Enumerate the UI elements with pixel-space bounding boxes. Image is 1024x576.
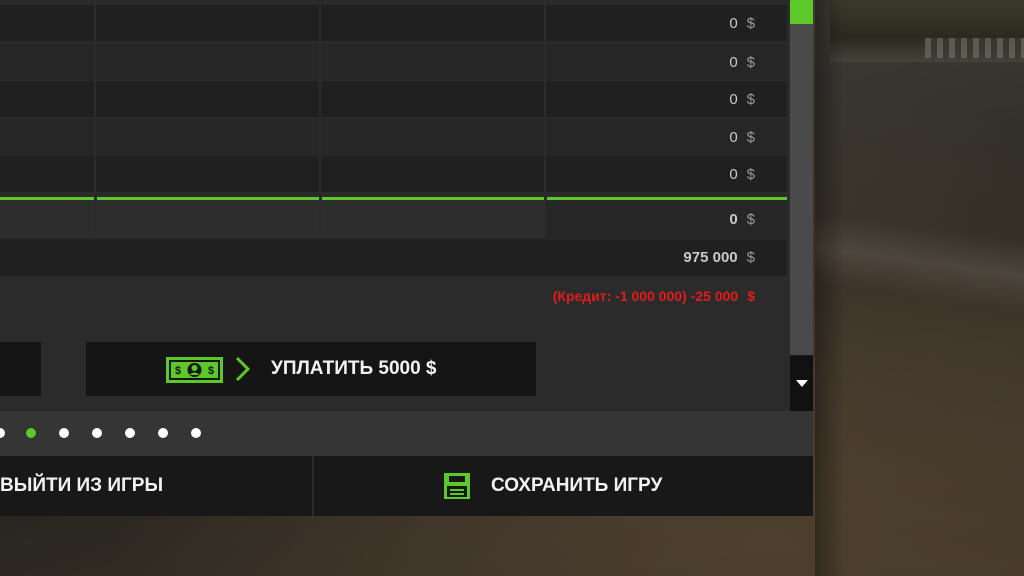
scrollbar-thumb[interactable] <box>790 0 813 24</box>
svg-text:$: $ <box>175 365 181 377</box>
page-dot[interactable] <box>158 428 168 438</box>
arrow-down-icon <box>795 380 808 387</box>
table-cell <box>321 5 546 41</box>
total-separator <box>322 197 544 200</box>
table-row: 0 $ <box>0 44 787 80</box>
svg-text:$: $ <box>208 365 214 377</box>
currency-symbol: $ <box>746 53 755 71</box>
table-cell <box>321 44 546 80</box>
table-cell <box>96 81 321 117</box>
chevron-right-icon <box>235 356 251 382</box>
table-cell <box>96 201 321 238</box>
page-dot[interactable] <box>0 428 5 438</box>
currency-symbol: $ <box>746 249 755 266</box>
total-amount-cell: 0 $ <box>546 201 787 238</box>
pay-button-label: УПЛАТИТЬ 5000 $ <box>271 358 437 379</box>
currency-symbol: $ <box>746 90 755 108</box>
background-road <box>815 211 1024 319</box>
table-row: 0 $ <box>0 119 787 155</box>
amount-value: 0 <box>729 53 738 71</box>
currency-symbol: $ <box>746 211 755 228</box>
table-cell <box>96 44 321 80</box>
pay-button[interactable]: $ $ УПЛАТИТЬ 5000 $ <box>86 342 536 396</box>
table-cell <box>96 5 321 41</box>
amount-cell: 0 $ <box>546 156 787 192</box>
table-cell <box>96 156 321 192</box>
table-cell <box>0 81 96 117</box>
table-cell <box>321 81 546 117</box>
amount-cell: 0 $ <box>546 5 787 41</box>
bottom-bar: ВЫЙТИ ИЗ ИГРЫ СОХРАНИТЬ ИГРУ <box>0 456 813 516</box>
currency-symbol: $ <box>746 14 755 32</box>
floppy-disk-icon <box>444 473 470 499</box>
save-game-button[interactable]: СОХРАНИТЬ ИГРУ <box>491 456 662 516</box>
table-cell <box>321 119 546 155</box>
table-cell <box>0 44 96 80</box>
table-cell <box>0 156 96 192</box>
credit-amount: (Кредит: -1 000 000) -25 000 <box>552 287 739 304</box>
scrollbar[interactable] <box>790 0 813 411</box>
panel-shadow <box>815 0 845 576</box>
total-separator <box>547 197 787 200</box>
table-row: 0 $ <box>0 156 787 192</box>
balance-row: 975 000 $ <box>0 239 787 276</box>
credit-currency: $ <box>747 287 755 304</box>
currency-symbol: $ <box>746 165 755 183</box>
amount-cell: 0 $ <box>546 81 787 117</box>
amount-cell: 0 $ <box>546 119 787 155</box>
table-row: 0 $ <box>0 81 787 117</box>
table-cell <box>0 5 96 41</box>
table-row: 0 $ <box>0 5 787 41</box>
page-dot[interactable] <box>92 428 102 438</box>
amount-value: 0 <box>729 90 738 108</box>
bottom-divider <box>312 456 314 516</box>
table-cell <box>321 156 546 192</box>
balance-amount: 975 000 <box>683 249 738 266</box>
scrollbar-track[interactable] <box>790 0 813 355</box>
scroll-down-button[interactable] <box>790 356 813 411</box>
page-dot[interactable] <box>59 428 69 438</box>
total-separator <box>97 197 319 200</box>
table-cell <box>0 119 96 155</box>
page-indicator <box>0 411 813 456</box>
total-separator <box>0 197 94 200</box>
page-dot-active[interactable] <box>26 428 36 438</box>
background-fence <box>830 0 1024 62</box>
amount-cell: 0 $ <box>546 44 787 80</box>
amount-value: 0 <box>729 128 738 146</box>
table-cell <box>321 201 546 238</box>
total-row: 0 $ <box>0 201 787 238</box>
page-dot[interactable] <box>125 428 135 438</box>
table-cell <box>96 119 321 155</box>
quit-game-button[interactable]: ВЫЙТИ ИЗ ИГРЫ <box>0 456 163 516</box>
amount-value: 0 <box>729 14 738 32</box>
finance-panel: 0 $ 0 $ 0 $ 0 $ 0 $ 0 $ 975 000 $ (Креди… <box>0 0 790 411</box>
page-dot[interactable] <box>191 428 201 438</box>
table-cell <box>0 201 96 238</box>
total-amount: 0 <box>729 211 738 228</box>
previous-action-button[interactable] <box>0 342 41 396</box>
credit-row: (Кредит: -1 000 000) -25 000 $ <box>0 277 787 314</box>
currency-symbol: $ <box>746 128 755 146</box>
amount-value: 0 <box>729 165 738 183</box>
money-bill-icon: $ $ <box>166 357 223 383</box>
